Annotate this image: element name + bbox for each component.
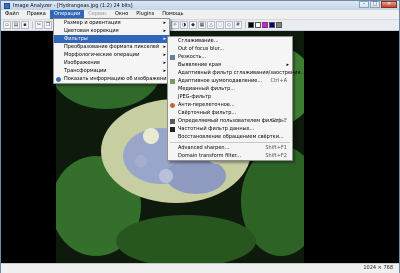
filter-median[interactable]: Медианный фильтр... [168,85,292,93]
filter-jpeg[interactable]: JPEG-фильтр [168,93,292,101]
submenu-arrow-icon: ▸ [286,62,289,68]
sharpen-icon [170,55,175,60]
menu-item-label: Определяемый пользователем фильтр... [178,118,287,124]
submenu-arrow-icon: ▸ [163,52,166,58]
menu-item-label: Выявление края [178,62,222,68]
menu-item-label: Изображение [64,60,100,66]
menu-item-label: Сглаживание... [178,38,219,44]
menu-item-label: Анти-перелеточное... [178,102,235,108]
cut-icon[interactable]: ✂ [35,21,43,29]
menu-item-label: Advanced sharpen... [178,145,230,151]
filter-user-defined[interactable]: Определяемый пользователем фильтр... Ctrl… [168,117,292,125]
menu-item-pixel-format[interactable]: Преобразование формата пикселей ▸ [54,43,169,51]
color-swatch-navy[interactable] [269,22,275,28]
filter-deconvolution[interactable]: Восстановление обращением свёртки... [168,133,292,141]
edge-icon[interactable]: ◇ [225,21,233,29]
color-swatch-white[interactable] [255,22,261,28]
shortcut-label: Shift+F2 [265,153,287,159]
title-bar: Image Analyzer - [Hydrangeas.jpg (1:2) 2… [1,1,399,10]
filter-out-of-focus-blur[interactable]: Out of focus blur... [168,45,292,53]
blur-icon[interactable]: ◌ [216,21,224,29]
window-controls: – □ ✕ [358,1,397,10]
info-icon [56,77,61,82]
menu-item-label: Out of focus blur... [178,46,225,52]
filter-sharpness[interactable]: Резкость... [168,53,292,61]
menu-item-label: Цветовая коррекция [64,28,119,34]
denoise-icon [170,79,175,84]
brightness-icon[interactable]: ☼ [171,21,179,29]
menu-item-image[interactable]: Изображение ▸ [54,59,169,67]
shortcut-label: Shift+F1 [265,145,287,151]
menu-item-label: Преобразование формата пикселей [64,44,160,50]
filter-anti-ghosting[interactable]: Анти-перелеточное... [168,101,292,109]
menu-item-label: Свёрточный фильтр... [178,110,237,116]
menu-item-label: Адаптивный фильтр сглаживания/заострения… [178,70,306,76]
open-icon[interactable]: ▤ [12,21,20,29]
close-button[interactable]: ✕ [381,1,397,8]
filter-edge-detection[interactable]: Выявление края ▸ [168,61,292,69]
menu-file[interactable]: Файл [1,10,23,19]
sharpen-icon[interactable]: △ [207,21,215,29]
menu-item-morphology[interactable]: Морфологические операции ▸ [54,51,169,59]
menu-item-label: JPEG-фильтр [178,94,212,100]
image-size-label: 1024 × 768 [363,265,393,271]
filters-submenu: Сглаживание... Out of focus blur... Резк… [167,36,305,161]
menu-item-label: Частотный фильтр данных... [178,126,255,132]
toolbar-separator [32,21,33,29]
status-bar: 1024 × 768 [1,263,399,273]
toolbar-separator [245,21,246,29]
menu-item-label: Показать информацию об изображении [64,76,170,82]
color-swatch-gray[interactable] [276,22,282,28]
filter-domain-transform[interactable]: Domain transform filter... Shift+F2 [168,152,292,160]
shortcut-label: Ctrl+F [271,118,287,124]
menu-item-label: Фильтры [64,36,88,42]
app-icon [4,2,10,9]
submenu-arrow-icon: ▸ [163,60,166,66]
flower-icon [170,103,175,108]
menu-separator [170,142,290,143]
grid-icon [170,119,175,124]
copy-icon[interactable]: ❐ [44,21,52,29]
menu-item-filters[interactable]: Фильтры ▸ [54,35,169,43]
menu-item-label: Трансформации [64,68,107,74]
filter-frequency[interactable]: Частотный фильтр данных... [168,125,292,133]
menu-item-label: Размер и ориентация [64,20,121,26]
new-icon[interactable]: ▫ [3,21,11,29]
menu-item-label: Domain transform filter... [178,153,242,159]
contrast-icon[interactable]: ◑ [180,21,188,29]
menu-item-resize-orientation[interactable]: Размер и ориентация ▸ [54,19,169,27]
filter-advanced-sharpen[interactable]: Advanced sharpen... Shift+F1 [168,144,292,152]
submenu-arrow-icon: ▸ [163,36,166,42]
menu-item-label: Адаптивное шумоподавление... [178,78,263,84]
maximize-button[interactable]: □ [370,1,380,8]
grid-icon[interactable]: # [234,21,242,29]
filter-icon[interactable]: ▦ [198,21,206,29]
color-swatch-magenta[interactable] [262,22,268,28]
menu-item-transformations[interactable]: Трансформации ▸ [54,67,169,75]
operations-menu: Размер и ориентация ▸ Цветовая коррекция ▸… [53,18,170,84]
menu-item-label: Резкость... [178,54,207,60]
menu-item-label: Медианный фильтр... [178,86,236,92]
menu-item-image-info[interactable]: Показать информацию об изображении [54,75,170,83]
submenu-arrow-icon: ▸ [163,20,166,26]
filter-convolution[interactable]: Свёрточный фильтр... [168,109,292,117]
frequency-icon [170,127,175,132]
submenu-arrow-icon: ▸ [163,28,166,34]
minimize-button[interactable]: – [359,1,369,8]
menu-item-color-correction[interactable]: Цветовая коррекция ▸ [54,27,169,35]
menu-item-label: Морфологические операции [64,52,140,58]
submenu-arrow-icon: ▸ [163,44,166,50]
color-swatch-black[interactable] [248,22,254,28]
filter-adaptive-denoise[interactable]: Адаптивное шумоподавление... Ctrl+A [168,77,292,85]
window-title: Image Analyzer - [Hydrangeas.jpg (1:2) 2… [13,2,133,9]
submenu-arrow-icon: ▸ [163,68,166,74]
filter-adaptive-smooth-sharpen[interactable]: Адаптивный фильтр сглаживания/заострения… [168,69,305,77]
filter-smoothing[interactable]: Сглаживание... [168,37,292,45]
save-icon[interactable]: ▪ [21,21,29,29]
shortcut-label: Ctrl+A [270,78,287,84]
menu-edit[interactable]: Правка [23,10,50,19]
menu-item-label: Восстановление обращением свёртки... [178,134,284,140]
color-icon[interactable]: ◆ [189,21,197,29]
